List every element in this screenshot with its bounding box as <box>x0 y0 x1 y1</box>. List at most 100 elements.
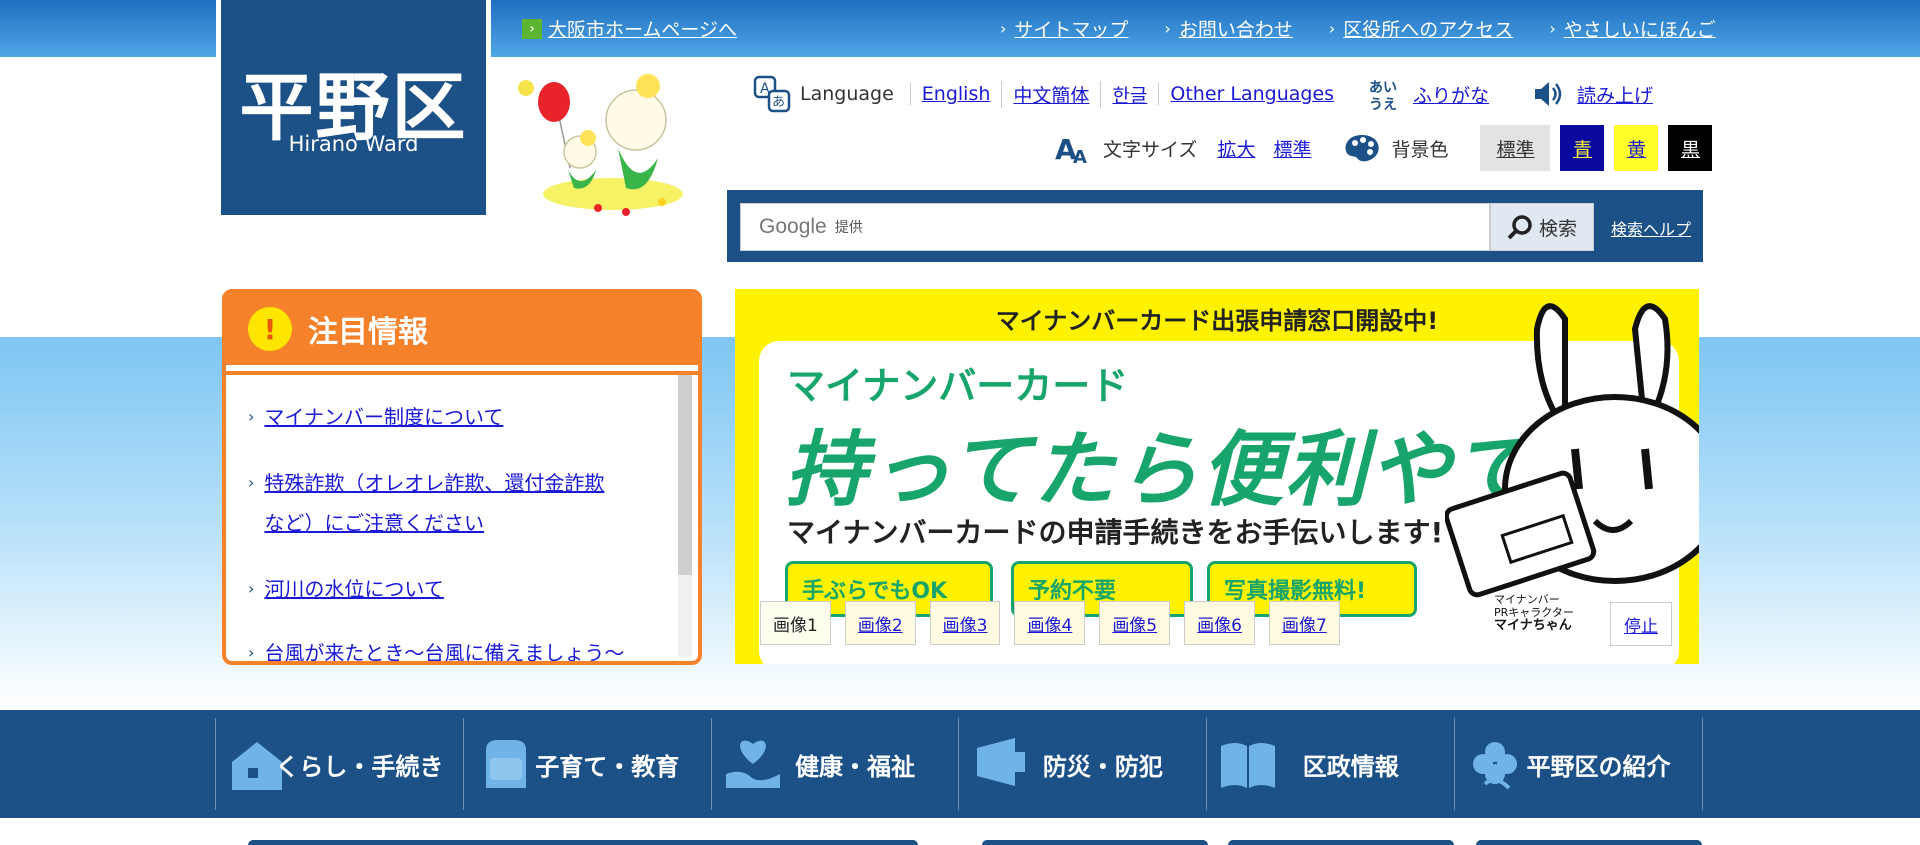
bg-black-button[interactable]: 黒 <box>1668 125 1713 171</box>
nav-item-disaster[interactable]: 防災・防犯 <box>958 718 1206 810</box>
logo-en-text: Hirano Ward <box>288 132 419 156</box>
list-item[interactable]: › 台風が来たとき～台風に備えましょう～ <box>248 633 668 662</box>
top-utility-links: › サイトマップ › お問い合わせ › 区役所へのアクセス › やさしいにほんご <box>1000 0 1716 57</box>
lang-korean[interactable]: 한글 <box>1100 80 1158 108</box>
nav-item-label: くらし・手続き <box>275 752 444 781</box>
easy-japanese-link[interactable]: › やさしいにほんご <box>1549 15 1715 42</box>
section-stub <box>982 840 1208 845</box>
exclamation-icon: ! <box>248 307 292 351</box>
chevron-right-icon: › <box>522 18 542 39</box>
text-standard-link[interactable]: 標準 <box>1273 135 1311 162</box>
chevron-right-icon: › <box>1328 19 1336 38</box>
tab-image-7[interactable]: 画像7 <box>1268 601 1340 645</box>
osaka-link-text[interactable]: 大阪市ホームページへ <box>548 15 737 42</box>
search-button-label: 検索 <box>1538 217 1577 240</box>
nav-item-ward-info[interactable]: 区政情報 <box>1206 718 1454 810</box>
svg-text:あい: あい <box>1369 80 1397 96</box>
list-item[interactable]: › 特殊詐欺（オレオレ詐欺、還付金詐欺 など）にご注意ください <box>248 463 668 543</box>
access-link[interactable]: › 区役所へのアクセス <box>1329 15 1513 42</box>
nav-item-label: 防災・防犯 <box>1042 752 1163 781</box>
font-size-icon: A A <box>1055 133 1087 165</box>
language-icon: A あ <box>753 75 791 113</box>
contact-link-text[interactable]: お問い合わせ <box>1179 15 1293 42</box>
search-input[interactable]: Google 提供 <box>740 203 1490 251</box>
tab-image-1[interactable]: 画像1 <box>760 601 831 645</box>
google-provided-label: 提供 <box>834 220 863 236</box>
lang-english[interactable]: English <box>909 83 1002 105</box>
speaker-icon <box>1535 82 1562 106</box>
chevron-right-icon: › <box>248 407 255 426</box>
text-size-label: 文字サイズ <box>1103 138 1198 161</box>
bg-blue-button[interactable]: 青 <box>1560 125 1605 171</box>
bg-color-label: 背景色 <box>1391 138 1449 161</box>
search-icon <box>1507 215 1532 240</box>
featured-info-header: ! 注目情報 <box>226 293 698 365</box>
nav-item-label: 平野区の紹介 <box>1526 752 1671 781</box>
bg-standard-button[interactable]: 標準 <box>1480 125 1551 171</box>
access-link-text[interactable]: 区役所へのアクセス <box>1343 15 1513 42</box>
svg-text:うえ: うえ <box>1369 97 1397 112</box>
list-item[interactable]: › マイナンバー制度について <box>248 397 668 437</box>
search-button[interactable]: 検索 <box>1490 203 1594 251</box>
section-stub <box>1476 840 1702 845</box>
chevron-right-icon: › <box>248 643 255 662</box>
news-link[interactable]: 河川の水位について <box>264 569 443 609</box>
character-caption-line: マイナちゃん <box>1494 618 1572 633</box>
search-box: Google 提供 検索 検索ヘルプ <box>727 190 1703 262</box>
lang-chinese[interactable]: 中文簡体 <box>1001 80 1100 108</box>
chevron-right-icon: › <box>248 473 255 492</box>
nav-item-label: 子育て・教育 <box>535 752 680 781</box>
featured-info-list[interactable]: › マイナンバー制度について › 特殊詐欺（オレオレ詐欺、還付金詐欺 など）にご注… <box>226 371 698 661</box>
carousel-stop-button[interactable]: 停止 <box>1610 602 1672 646</box>
below-fold-sections <box>0 840 1920 845</box>
news-link-line: 特殊詐欺（オレオレ詐欺、還付金詐欺 <box>264 471 605 495</box>
scrollbar[interactable] <box>678 375 692 657</box>
tab-image-6[interactable]: 画像6 <box>1184 601 1255 645</box>
furigana-link[interactable]: ふりがな <box>1413 81 1489 108</box>
chevron-right-icon: › <box>248 579 255 598</box>
easy-japanese-link-text[interactable]: やさしいにほんご <box>1564 15 1716 42</box>
nav-item-childcare[interactable]: 子育て・教育 <box>462 718 711 810</box>
character-caption-line: マイナンバー <box>1494 593 1560 606</box>
read-aloud-link[interactable]: 読み上げ <box>1577 81 1653 108</box>
scrollbar-thumb[interactable] <box>678 375 692 575</box>
carousel-tabs: 画像1 画像2 画像3 画像4 画像5 画像6 画像7 <box>760 601 1354 645</box>
chevron-right-icon: › <box>1164 19 1171 38</box>
lang-other[interactable]: Other Languages <box>1158 83 1345 105</box>
nav-item-living[interactable]: くらし・手続き <box>215 718 463 810</box>
news-link[interactable]: 台風が来たとき～台風に備えましょう～ <box>264 633 624 661</box>
news-link-line: など）にご注意ください <box>264 511 485 535</box>
bg-yellow-button[interactable]: 黄 <box>1614 125 1659 171</box>
news-link[interactable]: 特殊詐欺（オレオレ詐欺、還付金詐欺 など）にご注意ください <box>264 463 604 543</box>
search-help-link[interactable]: 検索ヘルプ <box>1611 216 1691 240</box>
mascot-illustration <box>518 74 683 216</box>
osaka-city-link[interactable]: › 大阪市ホームページへ <box>522 0 737 57</box>
svg-text:あ: あ <box>772 95 785 110</box>
nav-item-health[interactable]: 健康・福祉 <box>710 718 959 810</box>
tab-image-3[interactable]: 画像3 <box>929 601 1001 645</box>
sitemap-link[interactable]: › サイトマップ <box>1000 15 1128 42</box>
banner-line1: マイナンバーカード <box>787 364 1129 408</box>
global-nav: くらし・手続き 子育て・教育 健康・福祉 防災・防犯 区政情報 平野区の紹介 <box>0 710 1920 818</box>
google-wordmark: Google <box>759 215 827 238</box>
sitemap-link-text[interactable]: サイトマップ <box>1014 15 1128 42</box>
featured-info-panel: ! 注目情報 › マイナンバー制度について › 特殊詐欺（オレオレ詐欺、還付金詐… <box>222 289 702 665</box>
tab-image-4[interactable]: 画像4 <box>1014 601 1086 645</box>
nav-item-label: 区政情報 <box>1302 752 1399 781</box>
chevron-right-icon: › <box>1000 19 1007 38</box>
text-enlarge-link[interactable]: 拡大 <box>1217 135 1255 162</box>
tab-image-2[interactable]: 画像2 <box>844 601 916 645</box>
section-stub <box>1228 840 1454 845</box>
chevron-right-icon: › <box>1549 19 1556 38</box>
character-caption: マイナンバー PRキャラクター マイナちゃん <box>1494 593 1574 632</box>
list-item[interactable]: › 河川の水位について <box>248 569 668 609</box>
contact-link[interactable]: › お問い合わせ <box>1164 15 1292 42</box>
palette-icon <box>1346 135 1380 162</box>
nav-item-label: 健康・福祉 <box>795 752 916 781</box>
language-row: A あ Language English 中文簡体 한글 Other Langu… <box>752 75 1653 113</box>
nav-item-intro[interactable]: 平野区の紹介 <box>1454 718 1703 810</box>
news-link[interactable]: マイナンバー制度について <box>264 397 503 437</box>
tab-image-5[interactable]: 画像5 <box>1099 601 1171 645</box>
ward-logo[interactable]: 平野区 Hirano Ward <box>216 0 491 220</box>
svg-text:A: A <box>1073 147 1087 165</box>
